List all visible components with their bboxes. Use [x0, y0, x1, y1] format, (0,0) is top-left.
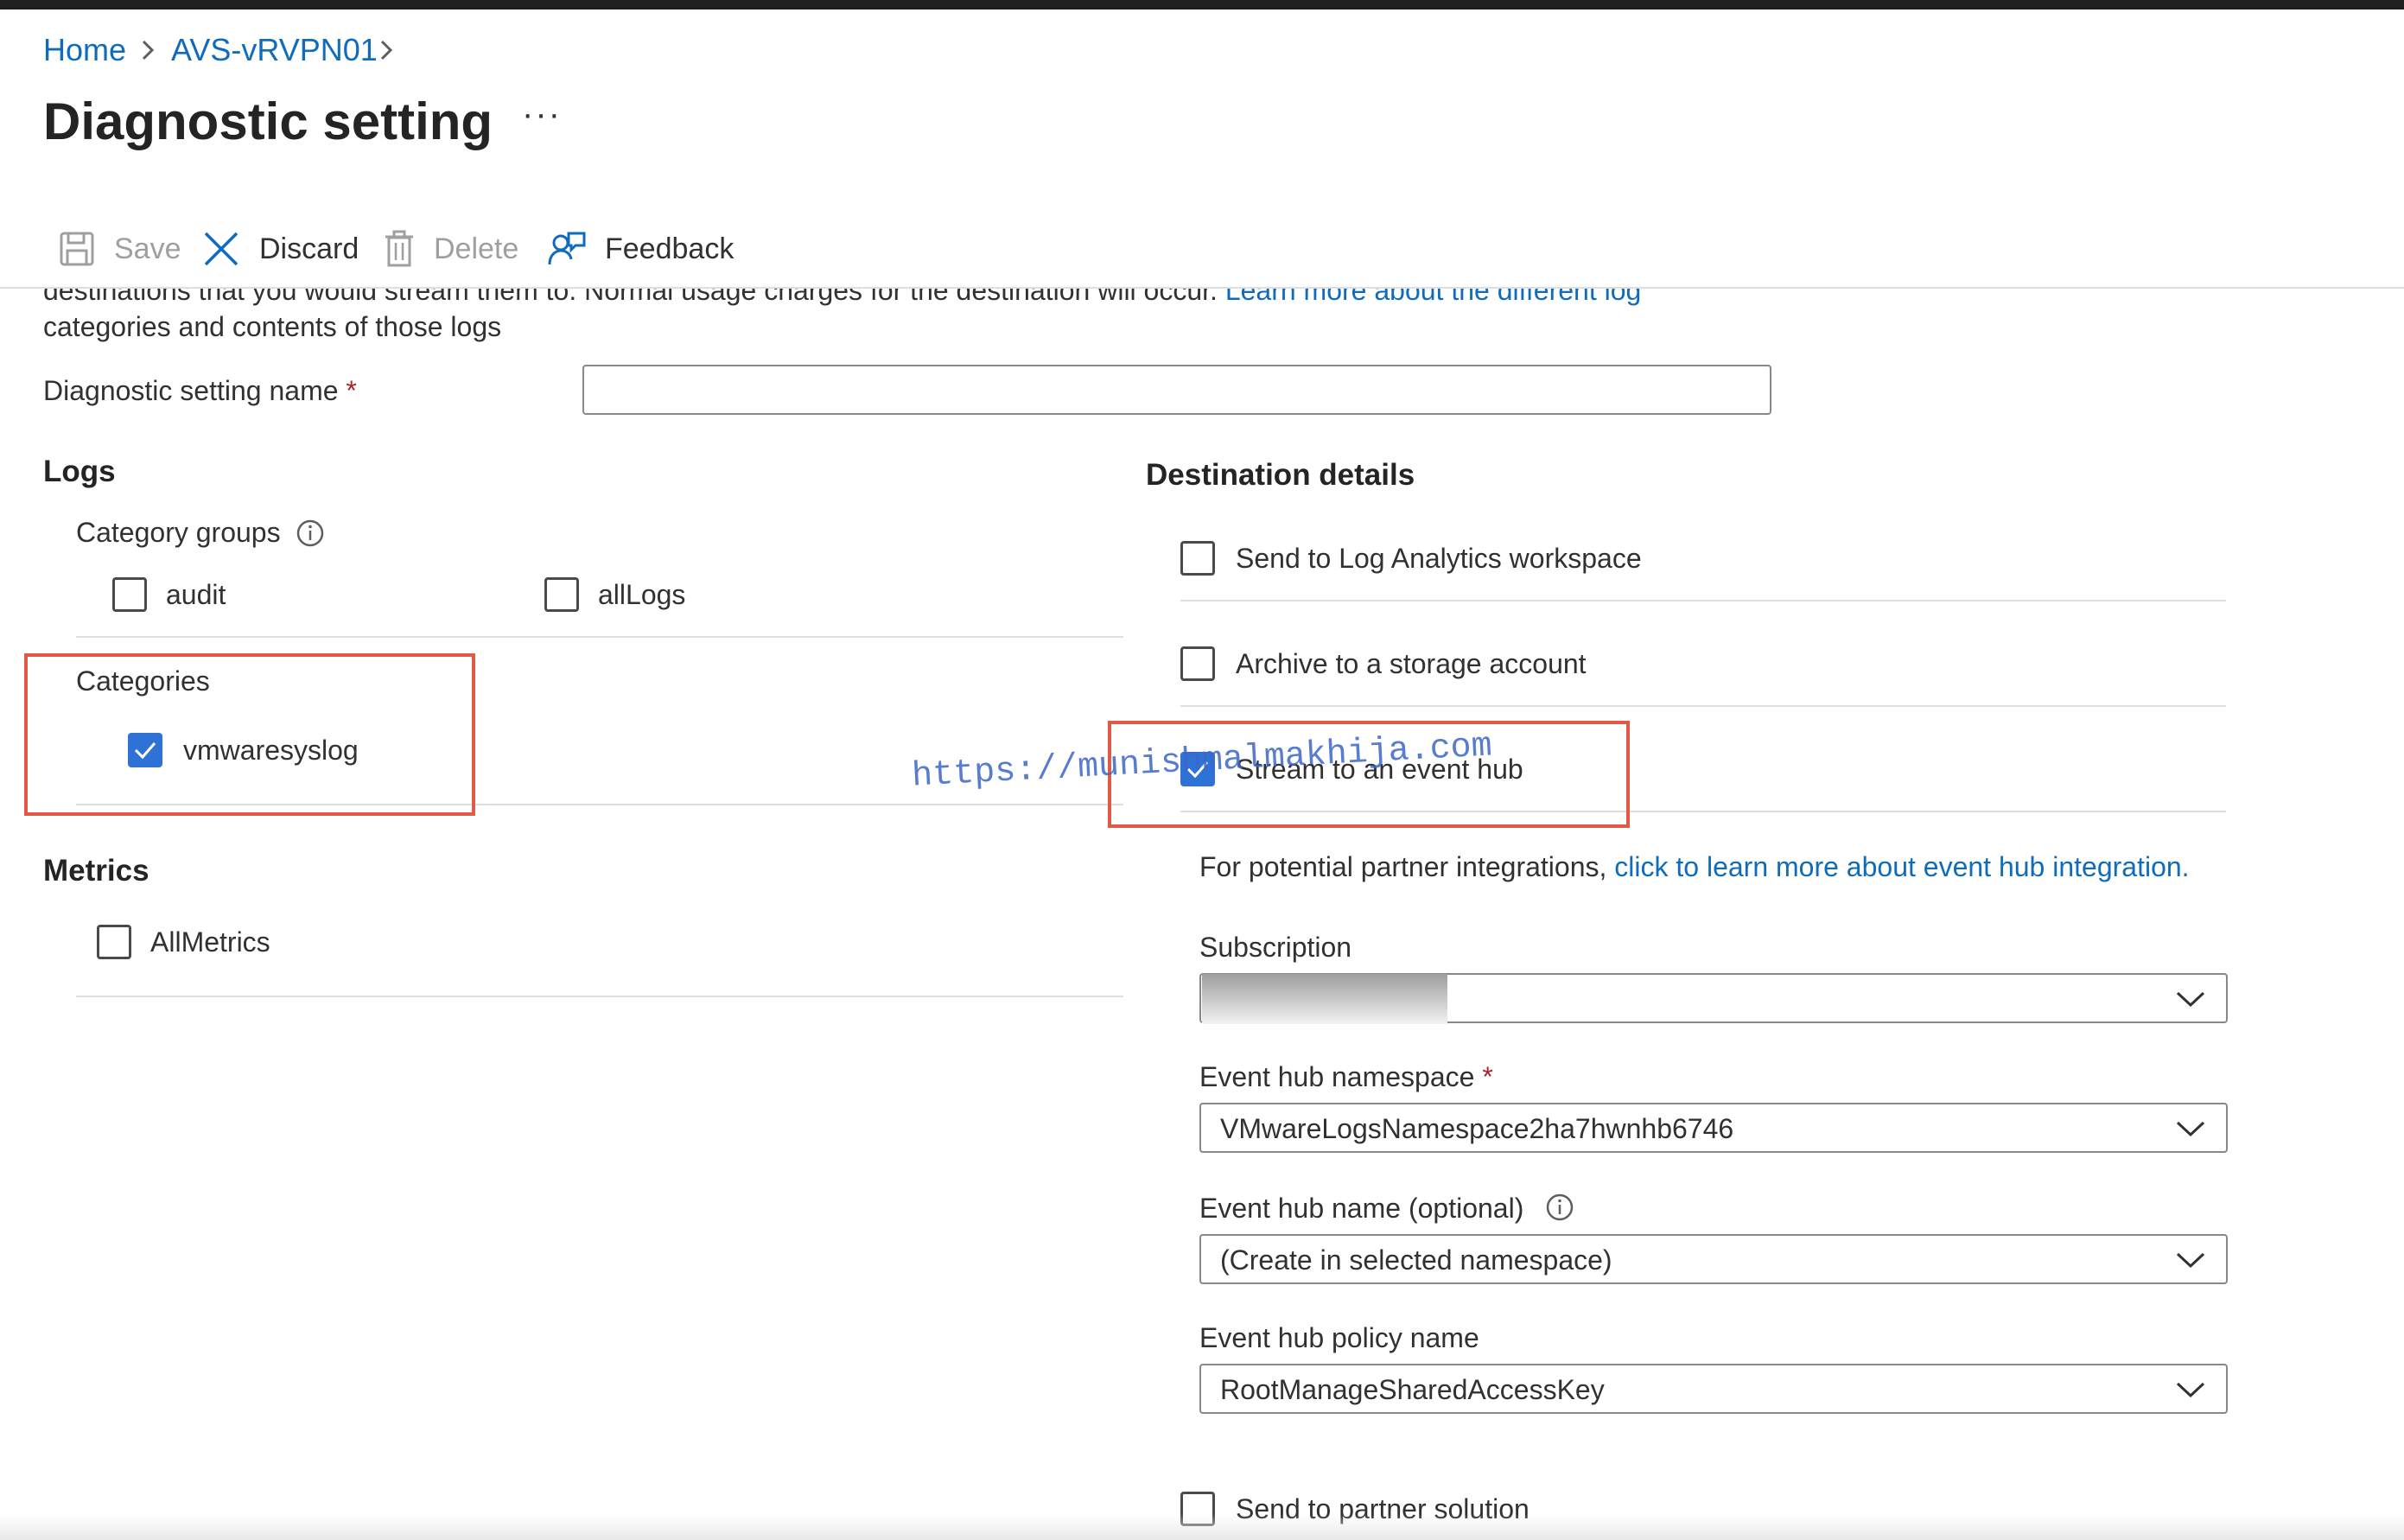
namespace-dropdown[interactable]: VMwareLogsNamespace2ha7hwnhb6746 — [1199, 1103, 2228, 1153]
chevron-down-icon — [2176, 1382, 2205, 1398]
metrics-title: Metrics — [43, 854, 149, 888]
setting-name-label-text: Diagnostic setting name — [43, 375, 339, 406]
categories-highlight-box — [24, 653, 475, 816]
audit-checkbox[interactable] — [112, 577, 147, 612]
alllogs-label: allLogs — [598, 579, 686, 610]
feedback-button[interactable]: Feedback — [548, 226, 734, 271]
chevron-right-icon — [142, 40, 155, 60]
redacted-subscription — [1202, 974, 1447, 1024]
delete-label: Delete — [434, 232, 519, 265]
trash-icon — [385, 230, 413, 267]
delete-button[interactable]: Delete — [384, 226, 518, 271]
log-analytics-divider — [1180, 600, 2226, 601]
page-title: Diagnostic setting — [43, 92, 493, 150]
policy-value: RootManageSharedAccessKey — [1220, 1374, 1605, 1405]
namespace-label: Event hub namespace * — [1199, 1060, 1493, 1094]
alllogs-checkbox[interactable] — [544, 577, 579, 612]
feedback-label: Feedback — [605, 232, 735, 265]
hub-name-dropdown[interactable]: (Create in selected namespace) — [1199, 1234, 2228, 1284]
top-bar — [0, 0, 2404, 10]
hub-name-value: (Create in selected namespace) — [1220, 1244, 1612, 1276]
intro-text: destinations that you would stream them … — [43, 289, 1641, 308]
info-icon[interactable] — [1545, 1193, 1574, 1222]
setting-name-input[interactable] — [582, 365, 1771, 415]
log-analytics-checkbox[interactable] — [1180, 541, 1215, 576]
info-icon[interactable] — [296, 519, 325, 548]
allmetrics-checkbox[interactable] — [97, 925, 131, 959]
save-button[interactable]: Save — [59, 226, 181, 271]
policy-label: Event hub policy name — [1199, 1322, 1479, 1353]
storage-checkbox[interactable] — [1180, 646, 1215, 681]
logs-divider — [76, 636, 1123, 638]
storage-divider — [1180, 705, 2226, 707]
intro-text-cut: destinations that you would stream them … — [43, 289, 1218, 306]
namespace-value: VMwareLogsNamespace2ha7hwnhb6746 — [1220, 1113, 1734, 1144]
breadcrumb-home[interactable]: Home — [43, 31, 126, 69]
chevron-down-icon — [2176, 1121, 2205, 1137]
discard-button[interactable]: Discard — [202, 226, 359, 271]
category-groups-label: Category groups — [76, 517, 281, 548]
breadcrumb-resource[interactable]: AVS-vRVPN01 — [171, 31, 378, 69]
learn-more-link-continued[interactable]: categories and contents of those logs — [43, 309, 501, 344]
save-label: Save — [114, 232, 181, 265]
required-marker: * — [1482, 1061, 1493, 1092]
partner-integration-text: For potential partner integrations, clic… — [1199, 850, 2190, 884]
subscription-label: Subscription — [1199, 932, 1352, 963]
storage-label: Archive to a storage account — [1236, 648, 1587, 679]
audit-label: audit — [166, 579, 226, 610]
log-analytics-label: Send to Log Analytics workspace — [1236, 543, 1642, 574]
chevron-down-icon — [2176, 1252, 2205, 1269]
namespace-label-text: Event hub namespace — [1199, 1061, 1475, 1092]
policy-dropdown[interactable]: RootManageSharedAccessKey — [1199, 1364, 2228, 1414]
more-options-button[interactable]: ··· — [522, 97, 562, 131]
required-marker: * — [346, 375, 357, 406]
destination-title: Destination details — [1146, 458, 1415, 492]
logs-title: Logs — [43, 455, 116, 488]
hub-name-label: Event hub name (optional) — [1199, 1193, 1524, 1224]
save-icon — [60, 232, 94, 266]
allmetrics-label: AllMetrics — [150, 926, 270, 958]
feedback-icon — [548, 232, 586, 265]
discard-label: Discard — [259, 232, 359, 265]
close-icon — [204, 232, 238, 266]
metrics-divider — [76, 996, 1123, 997]
partner-text: For potential partner integrations, — [1199, 851, 1607, 882]
chevron-down-icon — [2176, 991, 2205, 1008]
learn-more-link[interactable]: Learn more about the different log — [1225, 289, 1642, 306]
event-hub-integration-link[interactable]: click to learn more about event hub inte… — [1614, 851, 2189, 882]
setting-name-label: Diagnostic setting name * — [43, 373, 357, 408]
bottom-fade — [0, 1514, 2404, 1540]
chevron-right-icon — [380, 40, 393, 60]
